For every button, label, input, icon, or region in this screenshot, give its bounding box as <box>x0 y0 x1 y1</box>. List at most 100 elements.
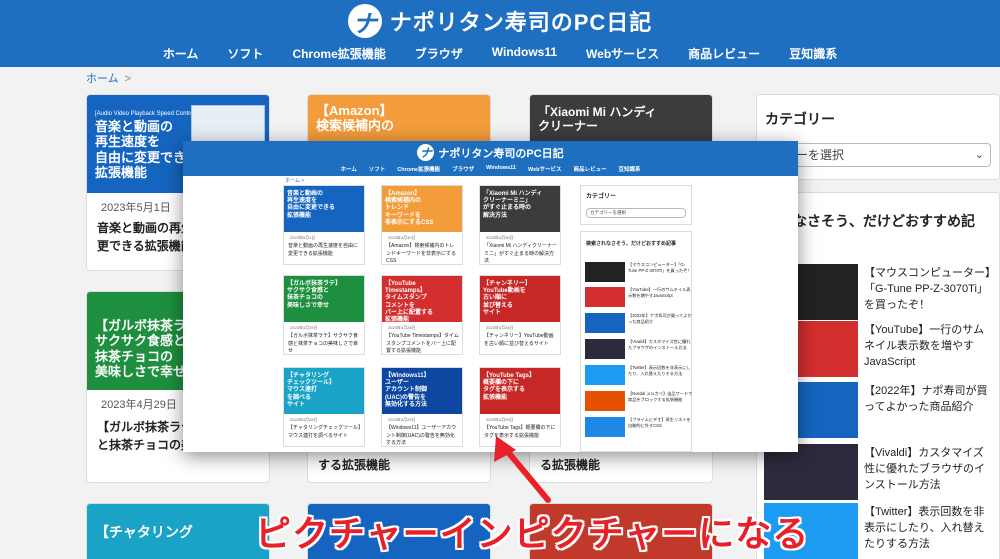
pip-recommended-thumbnail <box>585 262 625 282</box>
thumbnail-title: 「Xiaomi Mi ハンディ クリーナー <box>538 105 657 134</box>
pip-article-card[interactable]: 【チャタリング チェックツール】 マウス連打 を調べる サイト 2023年4月2… <box>283 367 365 447</box>
recommended-title: 【Twitter】表示回数を非表示にしたり、入れ替えたりする方法 <box>864 506 985 550</box>
pip-article-card[interactable]: 音楽と動画の 再生速度を 自由に変更できる 拡張機能 2023年5月1日 音楽と… <box>283 185 365 265</box>
pip-article-card[interactable]: 【Amazon】 検索候補内の トレンド キーワードを 非表示にするCSS 20… <box>381 185 463 265</box>
article-date: 2023年5月1日 <box>101 202 171 214</box>
pip-recommended-title: 【マウスコンピューター】「G-Tune PP-Z-3070Ti」を買ったぞ！ <box>628 262 692 273</box>
pip-site-header: ナ ナポリタン寿司のPC日記 ホーム ソフト Chrome拡張機能 ブラウザ W… <box>183 141 798 176</box>
pip-recommended-item[interactable]: 【Nosdal メルカリ】出品ワードで商品をブロックする拡張機能 <box>585 391 695 411</box>
pip-breadcrumb[interactable]: ホーム > <box>285 177 304 184</box>
pip-nav-item-windows11[interactable]: Windows11 <box>486 165 516 173</box>
annotation-text: ピクチャーインピクチャーになる <box>255 513 810 554</box>
recommended-item[interactable]: 【Vivaldi】カスタマイズ性に優れたブラウザのインストール方法 <box>764 444 1000 500</box>
category-select[interactable]: ゴリーを選択 ⌄ <box>765 143 991 167</box>
nav-item-windows11[interactable]: Windows11 <box>492 45 557 62</box>
pip-category-select[interactable]: カテゴリーを選択 <box>586 208 686 218</box>
pip-nav-item-product-review[interactable]: 商品レビュー <box>574 165 607 173</box>
pip-thumbnail-title: 【ガルボ抹茶ラテ】 サクサク食感と 抹茶チョコの 美味しさで幸せ <box>287 281 342 309</box>
pip-article-date: 2023年4月28日 <box>486 325 514 330</box>
pip-thumbnail-title: 【チャンネリー】 YouTube動画を 古い順に 並び替える サイト <box>483 281 531 316</box>
pip-article-date: 2023年4月25日 <box>486 417 514 422</box>
chevron-down-icon: ⌄ <box>974 149 984 161</box>
pip-category-select-value: カテゴリーを選択 <box>590 210 626 215</box>
pip-recommended-title: 【Vivaldi】カスタマイズ性に優れたブラウザのインストール方法 <box>628 339 691 350</box>
pip-recommended-item[interactable]: 【YouTube】一行のサムネイル表示数を増やすJavaScript <box>585 287 695 307</box>
pip-article-title: 【Windows11】ユーザーアカウント制御(UAC)の警告を無効化する方法 <box>386 425 457 446</box>
pip-nav-item-browser[interactable]: ブラウザ <box>452 165 474 173</box>
pip-nav-item-trivia[interactable]: 豆知識系 <box>619 165 641 173</box>
breadcrumb-separator: > <box>124 73 132 85</box>
pip-site-title: ナポリタン寿司のPC日記 <box>438 147 564 160</box>
recommended-item[interactable]: 【YouTube】一行のサムネイル表示数を増やすJavaScript <box>764 321 1000 377</box>
pip-thumbnail-title: 【チャタリング チェックツール】 マウス連打 を調べる サイト <box>287 373 336 408</box>
pip-article-card[interactable]: 【チャンネリー】 YouTube動画を 古い順に 並び替える サイト 2023年… <box>479 275 561 355</box>
nav-item-software[interactable]: ソフト <box>227 45 263 62</box>
pip-recommended-thumbnail <box>585 365 625 385</box>
pip-main-nav: ホーム ソフト Chrome拡張機能 ブラウザ Windows11 Webサービ… <box>183 165 798 173</box>
pip-recommended-item[interactable]: 【ブライムビデオ】再生リストを自動的に外すCSS <box>585 417 695 437</box>
article-date: 2023年4月29日 <box>101 399 177 411</box>
recommended-title: 【YouTube】一行のサムネイル表示数を増やすJavaScript <box>864 324 985 368</box>
pip-article-title: 【YouTube Timestamps】タイムスタンプコメントをバー上に配置する… <box>386 333 459 354</box>
pip-recommended-thumbnail <box>585 287 625 307</box>
nav-item-chrome-extensions[interactable]: Chrome拡張機能 <box>292 45 385 62</box>
pip-thumbnail-title: 【YouTube Timestamps】 タイムスタンプ コメントを バー上に配… <box>385 281 434 322</box>
pip-nav-item-chrome-extensions[interactable]: Chrome拡張機能 <box>397 165 440 173</box>
pip-recommended-item[interactable]: 【マウスコンピューター】「G-Tune PP-Z-3070Ti」を買ったぞ！ <box>585 262 695 282</box>
pip-article-date: 2023年5月1日 <box>290 235 316 240</box>
pip-nav-item-web-services[interactable]: Webサービス <box>528 165 562 173</box>
pip-thumbnail-title: 【Amazon】 検索候補内の トレンド キーワードを 非表示にするCSS <box>385 191 434 226</box>
pip-thumbnail-title: 【Windows11】 ユーザー アカウント制御 (UAC)の警告を 無効化する… <box>385 373 430 408</box>
article-title: る拡張機能 <box>540 458 601 472</box>
pip-recommended-thumbnail <box>585 391 625 411</box>
pip-recommended-item[interactable]: 【Vivaldi】カスタマイズ性に優れたブラウザのインストール方法 <box>585 339 695 359</box>
breadcrumb-home[interactable]: ホーム <box>86 73 119 85</box>
pip-article-title: 【ガルボ抹茶ラテ】サクサク食感と抹茶チョコの美味しさで幸せ <box>288 333 359 354</box>
pip-recommended-title: 【2022年】ナポ寿司が買ってよかった商品紹介 <box>628 313 692 324</box>
pip-article-date: 2023年4月30日 <box>486 235 514 240</box>
pip-article-title: 【チャタリングチェックツール】マウス連打を調べるサイト <box>288 425 361 439</box>
article-card[interactable]: 【チャタリング <box>86 503 270 559</box>
site-logo[interactable]: ナ ナポリタン寿司のPC日記 <box>0 4 1000 38</box>
pip-recommended-thumbnail <box>585 339 625 359</box>
pip-article-title: 【Amazon】検索候補内のトレンドキーワードを非表示にするCSS <box>386 243 457 264</box>
nav-item-product-review[interactable]: 商品レビュー <box>688 45 760 62</box>
pip-category-heading: カテゴリー <box>586 194 617 200</box>
pip-article-card[interactable]: 「Xiaomi Mi ハンディ クリーナーミニ」 がすぐ止まる時の 解決方法 2… <box>479 185 561 265</box>
pip-site-logo[interactable]: ナ ナポリタン寿司のPC日記 <box>183 144 798 161</box>
pip-article-thumbnail: 【YouTube Timestamps】 タイムスタンプ コメントを バー上に配… <box>382 276 462 322</box>
pip-nav-item-software[interactable]: ソフト <box>369 165 386 173</box>
pip-article-title: 【チャンネリー】YouTube動画を古い順に並び替えるサイト <box>484 333 554 347</box>
pip-thumbnail-title: 「Xiaomi Mi ハンディ クリーナーミニ」 がすぐ止まる時の 解決方法 <box>483 191 543 219</box>
pip-category-widget: カテゴリー カテゴリーを選択 <box>580 185 692 225</box>
recommended-item[interactable]: 【マウスコンピューター】「G-Tune PP-Z-3070Ti」を買ったぞ！ <box>764 264 1000 320</box>
pip-recommended-title: 【Nosdal メルカリ】出品ワードで商品をブロックする拡張機能 <box>628 391 693 402</box>
thumbnail-title: 【チャタリング <box>95 524 193 540</box>
nav-item-browser[interactable]: ブラウザ <box>415 45 463 62</box>
pip-article-date: 2023年4月28日 <box>388 325 416 330</box>
nav-item-web-services[interactable]: Webサービス <box>586 45 659 62</box>
pip-article-title: 【YouTube Tags】概要欄の下にタグを表示する拡張機能 <box>484 425 556 439</box>
pip-article-date: 2023年4月29日 <box>290 325 318 330</box>
pip-article-title: 「Xiaomi Mi ハンディクリーナーミニ」がすぐ止まる時の解決方法 <box>484 243 557 264</box>
pip-article-title: 音楽と動画の再生速度を自由に変更できる拡張機能 <box>288 243 359 257</box>
category-heading: カテゴリー <box>765 111 835 127</box>
nav-item-trivia[interactable]: 豆知識系 <box>789 45 837 62</box>
pip-nav-item-home[interactable]: ホーム <box>340 165 356 173</box>
pip-recommended-item[interactable]: 【2022年】ナポ寿司が買ってよかった商品紹介 <box>585 313 695 333</box>
pip-article-card[interactable]: 【YouTube Timestamps】 タイムスタンプ コメントを バー上に配… <box>381 275 463 355</box>
pip-article-thumbnail: 【ガルボ抹茶ラテ】 サクサク食感と 抹茶チョコの 美味しさで幸せ <box>284 276 364 322</box>
pip-recommended-item[interactable]: 【Twitter】表示回数を非表示にしたり、入れ替えたりする方法 <box>585 365 695 385</box>
pip-article-card[interactable]: 【YouTube Tags】 概要欄の下に タグを表示する 拡張機能 2023年… <box>479 367 561 447</box>
picture-in-picture-window[interactable]: ナ ナポリタン寿司のPC日記 ホーム ソフト Chrome拡張機能 ブラウザ W… <box>183 141 798 452</box>
main-nav: ホーム ソフト Chrome拡張機能 ブラウザ Windows11 Webサービ… <box>0 45 1000 62</box>
pip-article-card[interactable]: 【Windows11】 ユーザー アカウント制御 (UAC)の警告を 無効化する… <box>381 367 463 447</box>
pip-article-card[interactable]: 【ガルボ抹茶ラテ】 サクサク食感と 抹茶チョコの 美味しさで幸せ 2023年4月… <box>283 275 365 355</box>
recommended-item[interactable]: 【2022年】ナポ寿司が買ってよかった商品紹介 <box>764 382 1000 438</box>
recommended-title: 【マウスコンピューター】「G-Tune PP-Z-3070Ti」を買ったぞ！ <box>864 267 991 311</box>
nav-item-home[interactable]: ホーム <box>163 45 199 62</box>
pip-recommended-heading: 検索されなさそう、だけどおすすめ記事 <box>586 241 677 247</box>
recommended-title: 【2022年】ナポ寿司が買ってよかった商品紹介 <box>864 385 988 413</box>
thumbnail-caption: [Audio Video Playback Speed Controller] <box>95 111 204 117</box>
thumbnail-title: 【Amazon】 検索候補内の <box>316 103 395 134</box>
